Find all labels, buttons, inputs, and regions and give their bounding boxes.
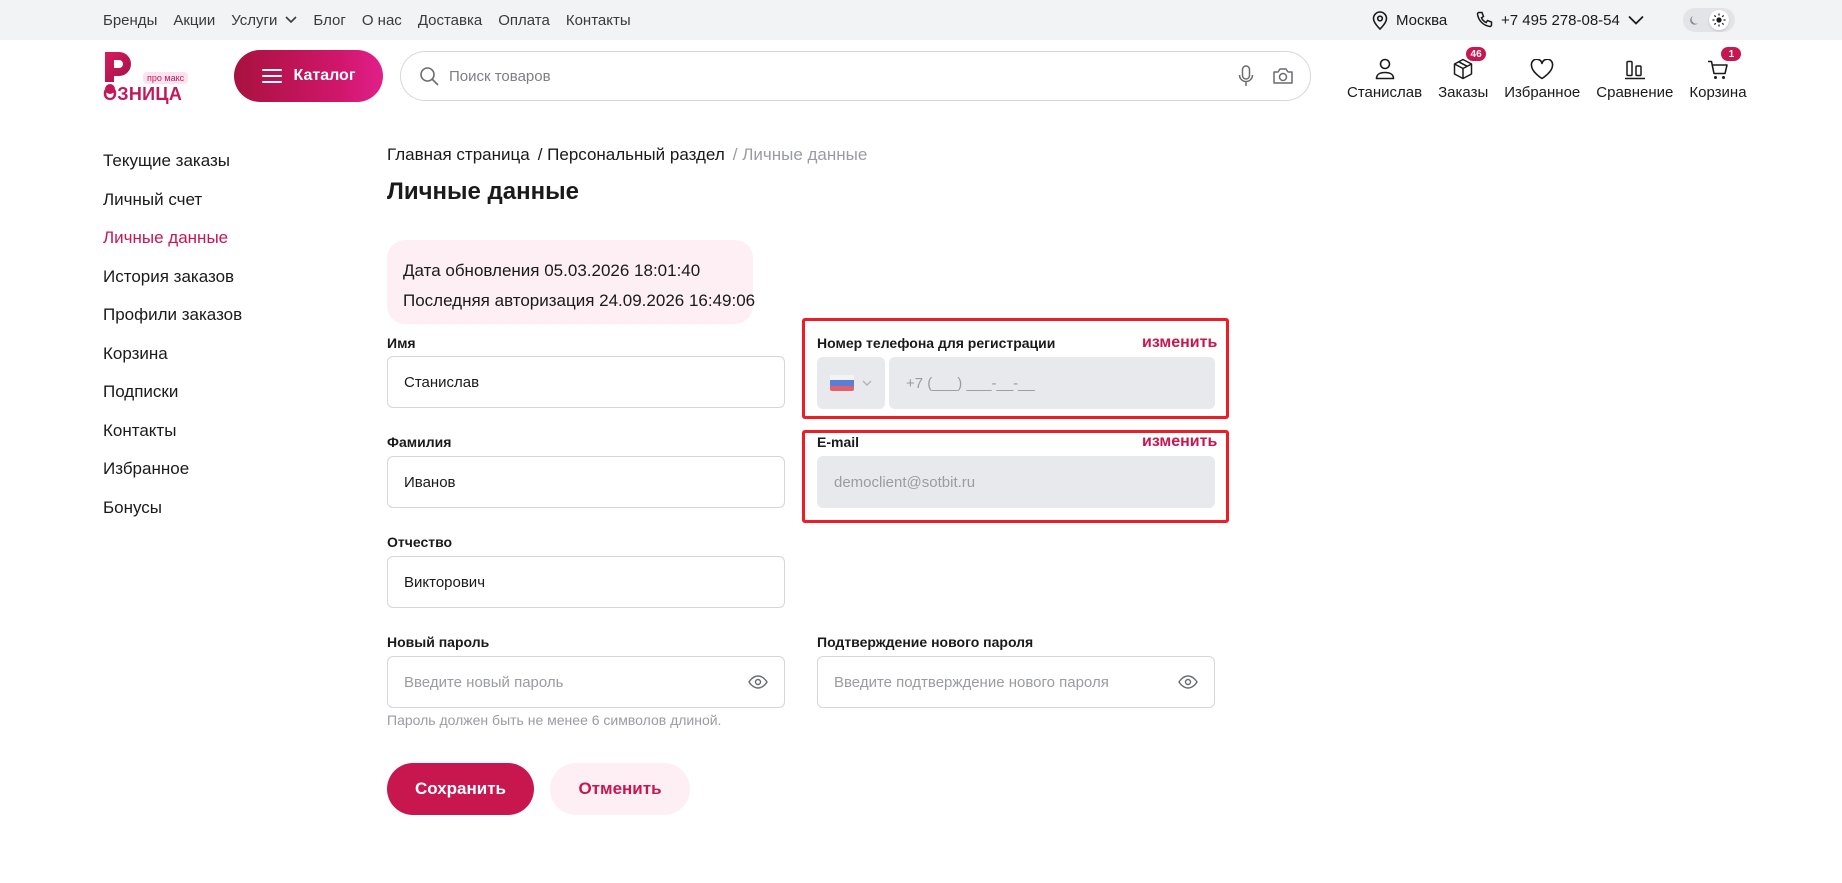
cancel-button[interactable]: Отменить (550, 763, 690, 815)
confirm-password-input[interactable] (834, 673, 1178, 691)
phone-input (906, 374, 1198, 392)
camera-icon[interactable] (1272, 67, 1294, 85)
header-orders[interactable]: 46 Заказы (1438, 47, 1489, 101)
middle-name-field (387, 556, 785, 608)
email-change-link[interactable]: изменить (1142, 433, 1217, 451)
sidebar-item-contacts[interactable]: Контакты (103, 420, 242, 459)
sidebar-item-subscriptions[interactable]: Подписки (103, 381, 242, 420)
header-compare-label: Сравнение (1596, 84, 1674, 101)
phone-field (889, 357, 1215, 409)
compare-icon (1624, 60, 1645, 80)
last-login: Последняя авторизация 24.09.2026 16:49:0… (403, 291, 756, 310)
heart-icon (1530, 59, 1554, 80)
top-link-blog[interactable]: Блог (313, 12, 345, 29)
first-name-label: Имя (387, 335, 416, 351)
logo-badge: про макс (143, 72, 189, 84)
last-name-label: Фамилия (387, 434, 452, 450)
microphone-icon[interactable] (1238, 65, 1254, 87)
moon-icon (1685, 10, 1705, 30)
update-date: Дата обновления 05.03.2026 18:01:40 (403, 261, 701, 280)
search-bar (400, 51, 1311, 101)
email-field: democlient@sotbit.ru (817, 456, 1215, 508)
new-password-input[interactable] (404, 673, 748, 691)
logo-wordmark[interactable]: ОЗНИЦА (103, 84, 182, 105)
middle-name-label: Отчество (387, 534, 453, 550)
russia-flag-icon (830, 375, 854, 391)
sidebar-item-account[interactable]: Личный счет (103, 189, 242, 228)
sidebar-item-favorites[interactable]: Избранное (103, 458, 242, 497)
first-name-field (387, 356, 785, 408)
save-button[interactable]: Сохранить (387, 763, 534, 815)
theme-toggle[interactable] (1683, 8, 1735, 32)
header-profile[interactable]: Станислав (1347, 50, 1422, 101)
breadcrumb-current: / Личные данные (732, 145, 868, 164)
catalog-button[interactable]: Каталог (234, 50, 383, 102)
sidebar-item-current-orders[interactable]: Текущие заказы (103, 150, 242, 189)
sidebar-item-cart[interactable]: Корзина (103, 343, 242, 382)
sidebar-item-order-profiles[interactable]: Профили заказов (103, 304, 242, 343)
email-label: E-mail (817, 434, 860, 450)
country-code-select[interactable] (817, 357, 885, 409)
top-link-promo[interactable]: Акции (173, 12, 215, 29)
phone-change-link[interactable]: изменить (1142, 334, 1217, 352)
top-link-brands[interactable]: Бренды (103, 12, 157, 29)
header-cart-label: Корзина (1689, 84, 1747, 101)
city-name: Москва (1396, 11, 1448, 29)
catalog-label: Каталог (293, 67, 356, 84)
header-compare[interactable]: Сравнение (1596, 50, 1673, 101)
sidebar-item-bonuses[interactable]: Бонусы (103, 497, 242, 536)
header-orders-label: Заказы (1438, 84, 1489, 101)
header-favorites-label: Избранное (1504, 84, 1581, 101)
phone-number: +7 495 278-08-54 (1501, 11, 1620, 29)
chevron-down-icon (862, 380, 872, 386)
cart-badge: 1 (1721, 47, 1742, 61)
cart-icon (1707, 60, 1728, 79)
top-link-services[interactable]: Услуги (231, 12, 297, 29)
confirm-password-field (817, 656, 1215, 708)
top-link-contacts[interactable]: Контакты (566, 12, 631, 29)
header-profile-label: Станислав (1347, 84, 1423, 101)
last-name-field (387, 456, 785, 508)
menu-icon (261, 69, 282, 83)
new-password-field (387, 656, 785, 708)
top-nav: Бренды Акции Услуги Блог О нас Доставка … (103, 0, 631, 40)
phone-icon (1476, 11, 1493, 28)
eye-icon[interactable] (748, 675, 768, 689)
page-title: Личные данные (387, 178, 579, 205)
header-cart[interactable]: 1 Корзина (1689, 47, 1747, 101)
phone-selector[interactable]: +7 495 278-08-54 (1475, 0, 1644, 40)
user-icon (1375, 58, 1394, 80)
last-name-input[interactable] (404, 473, 768, 491)
top-link-payment[interactable]: Оплата (498, 12, 550, 29)
sun-icon (1709, 10, 1729, 30)
eye-icon[interactable] (1178, 675, 1198, 689)
orders-badge: 46 (1466, 47, 1487, 61)
phone-label: Номер телефона для регистрации (817, 335, 1056, 351)
location-pin-icon (1372, 11, 1388, 30)
sidebar-item-order-history[interactable]: История заказов (103, 266, 242, 305)
password-hint: Пароль должен быть не менее 6 символов д… (387, 712, 722, 728)
header-favorites[interactable]: Избранное (1504, 50, 1580, 101)
sidebar-item-personal-data[interactable]: Личные данные (103, 227, 242, 266)
breadcrumb: Главная страница / Персональный раздел /… (387, 145, 867, 165)
top-link-delivery[interactable]: Доставка (418, 12, 482, 29)
confirm-password-label: Подтверждение нового пароля (817, 634, 1034, 650)
account-sidebar: Текущие заказы Личный счет Личные данные… (103, 150, 242, 535)
top-link-services-label: Услуги (231, 11, 278, 29)
box-icon (1453, 58, 1473, 80)
middle-name-input[interactable] (404, 573, 768, 591)
breadcrumb-section[interactable]: / Персональный раздел (538, 145, 725, 165)
top-link-about[interactable]: О нас (362, 12, 402, 29)
account-info-box: Дата обновления 05.03.2026 18:01:40 Посл… (387, 240, 756, 324)
email-value: democlient@sotbit.ru (834, 473, 976, 491)
header-actions: Станислав 46 Заказы Избранное Сравнение … (1347, 47, 1763, 101)
breadcrumb-home[interactable]: Главная страница (387, 145, 530, 165)
first-name-input[interactable] (404, 373, 768, 391)
search-icon (420, 67, 439, 86)
search-input[interactable] (449, 67, 1238, 85)
city-selector[interactable]: Москва (1371, 0, 1447, 40)
chevron-down-icon (1628, 15, 1644, 25)
chevron-down-icon (285, 16, 297, 24)
new-password-label: Новый пароль (387, 634, 490, 650)
